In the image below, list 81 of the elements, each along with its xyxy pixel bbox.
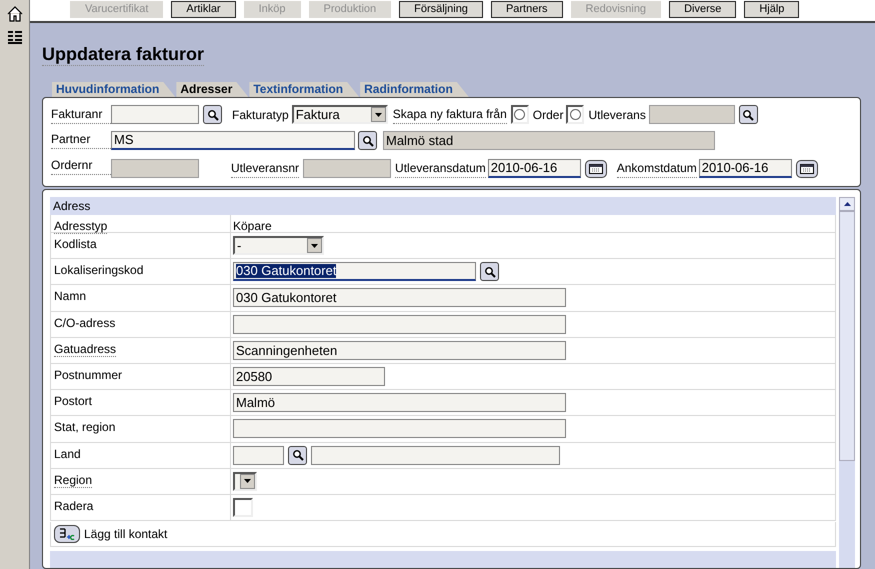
field-label: Postort (54, 394, 92, 408)
radio-button[interactable] (570, 109, 581, 120)
input-field[interactable]: 20580 (233, 367, 385, 386)
menu-button[interactable]: Artiklar (171, 1, 236, 18)
tab[interactable]: Radinformation (360, 82, 469, 97)
field-label: Stat, region (54, 420, 116, 434)
dropdown-arrow-icon (311, 244, 318, 248)
lookup-button[interactable] (288, 446, 307, 465)
calendar-icon (588, 164, 603, 174)
lookup-button[interactable] (358, 131, 377, 150)
scroll-thumb[interactable] (839, 211, 855, 461)
add-contact-button[interactable] (54, 525, 80, 544)
field-label: Order (532, 107, 564, 124)
dropdown[interactable] (233, 472, 257, 491)
field-label: Namn (54, 289, 86, 304)
field-label: Ankomstdatum (616, 159, 697, 178)
input-field[interactable] (233, 446, 284, 465)
field-label: Radera (54, 499, 94, 514)
input-field[interactable]: Scanningenheten (233, 340, 566, 360)
dropdown[interactable]: - (233, 236, 324, 255)
add-contact-label: Lägg till kontakt (84, 526, 168, 544)
field-label: C/O-adress (54, 316, 116, 330)
dropdown-arrow-icon (244, 479, 251, 484)
radio-button[interactable] (514, 109, 526, 120)
tab[interactable]: Textinformation (249, 82, 360, 97)
calendar-icon (800, 164, 814, 174)
field-label: Utleveransnr (231, 159, 300, 178)
input-field[interactable]: Malmö (233, 393, 566, 412)
input-field[interactable] (303, 159, 392, 178)
field-label: Fakturatyp (232, 107, 289, 124)
input-field[interactable]: 2010-06-16 (488, 159, 581, 178)
menu-button[interactable]: Diverse (669, 1, 736, 18)
calendar-button[interactable] (584, 160, 607, 178)
list-icon[interactable] (8, 30, 22, 44)
field-label: Gatuadress (54, 342, 116, 357)
lookup-button[interactable] (480, 262, 499, 282)
search-icon (206, 108, 218, 120)
field-label: Lokaliseringskod (54, 263, 144, 278)
search-icon (292, 449, 304, 462)
field-label: Postnummer (54, 368, 122, 382)
scrollbar[interactable] (839, 197, 855, 568)
field-label: Land (54, 446, 81, 461)
input-field[interactable]: Malmö stad (383, 131, 715, 150)
field-label: Utleveransdatum (395, 159, 486, 178)
field-label: Utleverans (588, 107, 646, 124)
lookup-button[interactable] (738, 105, 758, 124)
dropdown-arrow-icon (374, 112, 382, 116)
lookup-button[interactable] (203, 105, 222, 124)
input-field[interactable]: MS (111, 131, 355, 150)
input-field[interactable] (648, 105, 735, 124)
arrow-up-icon (844, 202, 850, 206)
menu-button[interactable]: Försäljning (399, 1, 483, 18)
dropdown-value: Faktura (294, 106, 341, 124)
tab[interactable]: Huvudinformation (52, 82, 176, 97)
menu-button[interactable]: Hjälp (744, 1, 800, 18)
input-field[interactable] (311, 446, 560, 465)
checkbox[interactable] (233, 498, 253, 518)
home-icon[interactable] (6, 6, 22, 22)
field-label: Skapa ny faktura från (392, 105, 507, 124)
field-value: Köpare (233, 219, 272, 233)
field-label: Kodlista (54, 237, 97, 251)
field-label: Adresstyp (54, 219, 108, 234)
page-title: Uppdatera fakturor (42, 43, 204, 66)
scroll-up-button[interactable] (839, 197, 855, 211)
tab[interactable]: Adresser (176, 82, 248, 97)
input-field[interactable]: 030 Gatukontoret (233, 288, 566, 308)
field-label: Region (54, 472, 92, 488)
search-icon (362, 134, 374, 146)
calendar-button[interactable] (796, 160, 818, 178)
add-contact-icon (59, 528, 75, 540)
menu-button[interactable]: Partners (490, 1, 563, 18)
search-icon (742, 108, 754, 120)
search-icon (484, 266, 496, 278)
input-field[interactable] (111, 159, 199, 178)
dropdown[interactable]: Faktura (292, 105, 388, 124)
input-field[interactable]: 2010-06-16 (698, 159, 792, 178)
input-field[interactable] (233, 419, 566, 438)
input-field[interactable] (233, 314, 566, 334)
dropdown-value: - (236, 236, 242, 255)
input-field[interactable] (111, 105, 199, 124)
section-header: Adress (50, 197, 836, 215)
